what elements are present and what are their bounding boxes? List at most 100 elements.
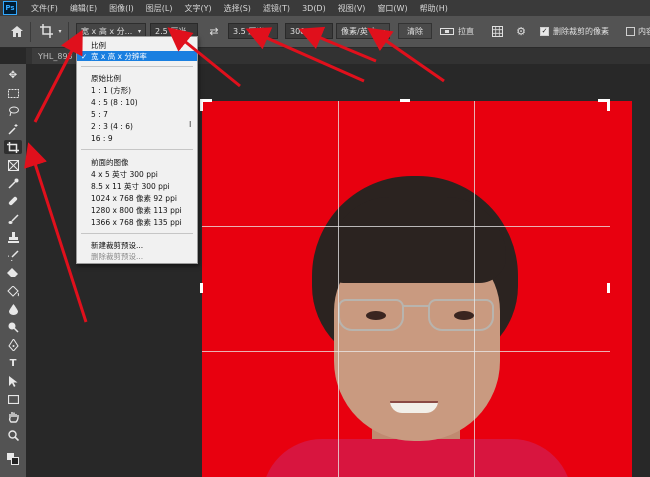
frame-icon[interactable]	[4, 158, 22, 172]
dropdown-item[interactable]: 新建裁剪预设...	[91, 240, 143, 250]
clear-button[interactable]: 清除	[398, 23, 432, 39]
straighten-label: 拉直	[458, 26, 474, 36]
dropdown-item-disabled: 删除裁剪预设...	[91, 251, 144, 261]
type-icon[interactable]: T	[4, 356, 22, 370]
overlay-options-button[interactable]	[490, 23, 504, 39]
menu-image[interactable]: 图像(I)	[103, 3, 140, 14]
dropdown-item[interactable]: 2 : 3 (4 : 6)	[91, 121, 133, 131]
magic-wand-icon[interactable]	[4, 122, 22, 136]
menu-3d[interactable]: 3D(D)	[296, 4, 332, 13]
chevron-down-icon: ▾	[58, 27, 62, 35]
crop-handle-right[interactable]	[607, 283, 610, 293]
checkbox-unchecked-icon	[626, 26, 635, 36]
dropdown-item-selected[interactable]: ✓ 宽 x 高 x 分辨率	[77, 51, 197, 61]
straighten-button[interactable]: 拉直	[440, 23, 480, 39]
dropdown-separator	[81, 233, 193, 234]
blur-icon[interactable]	[4, 302, 22, 316]
menu-edit[interactable]: 编辑(E)	[64, 3, 103, 14]
dropdown-item[interactable]: 4 x 5 英寸 300 ppi	[91, 169, 158, 179]
crop-grid-line	[202, 226, 610, 227]
menu-help[interactable]: 帮助(H)	[414, 3, 454, 14]
crop-grid-line	[474, 101, 475, 477]
delete-cropped-pixels-checkbox[interactable]: ✓ 删除裁剪的像素	[540, 23, 636, 39]
content-aware-label: 内容	[638, 26, 650, 36]
menu-view[interactable]: 视图(V)	[332, 3, 372, 14]
default-colors-icon[interactable]	[4, 452, 22, 466]
height-input[interactable]: 3.5 厘米	[228, 23, 278, 39]
resolution-input[interactable]: 300	[285, 23, 333, 39]
menu-type[interactable]: 文字(Y)	[178, 3, 217, 14]
home-icon	[11, 25, 23, 37]
dodge-icon[interactable]	[4, 320, 22, 334]
menu-file[interactable]: 文件(F)	[25, 3, 64, 14]
dropdown-item[interactable]: 5 : 7	[91, 109, 108, 119]
photoshop-window: Ps 文件(F) 编辑(E) 图像(I) 图层(L) 文字(Y) 选择(S) 滤…	[0, 0, 650, 477]
dropdown-item[interactable]: 4 : 5 (8 : 10)	[91, 97, 138, 107]
menu-filter[interactable]: 滤镜(T)	[257, 3, 296, 14]
rectangle-icon[interactable]	[4, 392, 22, 406]
dropdown-item[interactable]: 1366 x 768 像素 135 ppi	[91, 217, 182, 227]
path-select-icon[interactable]	[4, 374, 22, 388]
ratio-select-value: 宽 x 高 x 分...	[81, 26, 133, 36]
brush-icon[interactable]	[4, 212, 22, 226]
tools-panel: ✥ T	[0, 64, 26, 477]
level-icon	[440, 28, 454, 35]
dropdown-item-label: 宽 x 高 x 分辨率	[91, 51, 147, 61]
menu-select[interactable]: 选择(S)	[218, 3, 257, 14]
pen-icon[interactable]	[4, 338, 22, 352]
checkbox-checked-icon: ✓	[540, 26, 549, 36]
menu-layer[interactable]: 图层(L)	[140, 3, 179, 14]
checkmark-icon: ✓	[81, 51, 88, 61]
dropdown-item[interactable]: 16 : 9	[91, 133, 113, 143]
unit-select-value: 像素/英寸	[341, 26, 376, 36]
document-tab[interactable]: YHL_893	[32, 48, 79, 64]
eyedropper-icon[interactable]	[4, 176, 22, 190]
delete-cropped-label: 删除裁剪的像素	[553, 26, 609, 36]
grid-icon	[491, 25, 503, 37]
ratio-dropdown-menu: 比例 ✓ 宽 x 高 x 分辨率 原始比例 1 : 1 (方形) 4 : 5 (…	[76, 36, 198, 264]
swap-dimensions-icon[interactable]: ⇄	[207, 23, 221, 39]
content-aware-checkbox[interactable]: 内容	[626, 23, 650, 39]
resolution-unit-select[interactable]: 像素/英寸 ▾	[336, 23, 390, 39]
text-cursor-icon: I	[189, 120, 192, 129]
bucket-icon[interactable]	[4, 284, 22, 298]
crop-grid-line	[338, 101, 339, 477]
dropdown-separator	[81, 66, 193, 67]
ps-logo: Ps	[3, 1, 17, 15]
gear-icon: ⚙	[516, 24, 526, 38]
move-icon[interactable]: ✥	[4, 68, 22, 82]
crop-handle-left[interactable]	[200, 283, 203, 293]
dropdown-item[interactable]: 1 : 1 (方形)	[91, 85, 131, 95]
dropdown-item[interactable]: 8.5 x 11 英寸 300 ppi	[91, 181, 170, 191]
history-brush-icon[interactable]	[4, 248, 22, 262]
dropdown-item[interactable]: 原始比例	[91, 73, 121, 83]
chevron-down-icon: ▾	[137, 27, 141, 35]
zoom-icon[interactable]	[4, 428, 22, 442]
eraser-icon[interactable]	[4, 266, 22, 280]
crop-box[interactable]	[200, 99, 610, 477]
dropdown-item[interactable]: 1024 x 768 像素 92 ppi	[91, 193, 177, 203]
marquee-icon[interactable]	[4, 86, 22, 100]
crop-icon	[40, 24, 54, 38]
crop-handle-top-left[interactable]	[200, 99, 203, 111]
dropdown-item[interactable]: 前面的图像	[91, 157, 129, 167]
settings-button[interactable]: ⚙	[514, 23, 528, 39]
home-button[interactable]	[8, 23, 26, 39]
healing-icon[interactable]	[4, 194, 22, 208]
stamp-icon[interactable]	[4, 230, 22, 244]
crop-grid-line	[202, 351, 610, 352]
hand-icon[interactable]	[4, 410, 22, 424]
lasso-icon[interactable]	[4, 104, 22, 118]
dropdown-item[interactable]: 比例	[91, 40, 106, 50]
menu-window[interactable]: 窗口(W)	[371, 3, 413, 14]
menu-bar: Ps 文件(F) 编辑(E) 图像(I) 图层(L) 文字(Y) 选择(S) 滤…	[0, 0, 650, 16]
options-separator	[30, 22, 31, 42]
crop-icon[interactable]	[4, 140, 22, 154]
options-separator	[68, 22, 69, 42]
crop-tool-preset-button[interactable]: ▾	[38, 23, 64, 39]
chevron-down-icon: ▾	[381, 27, 385, 35]
crop-handle-top[interactable]	[400, 99, 410, 102]
dropdown-separator	[81, 149, 193, 150]
crop-handle-top-right[interactable]	[607, 99, 610, 111]
dropdown-item[interactable]: 1280 x 800 像素 113 ppi	[91, 205, 182, 215]
